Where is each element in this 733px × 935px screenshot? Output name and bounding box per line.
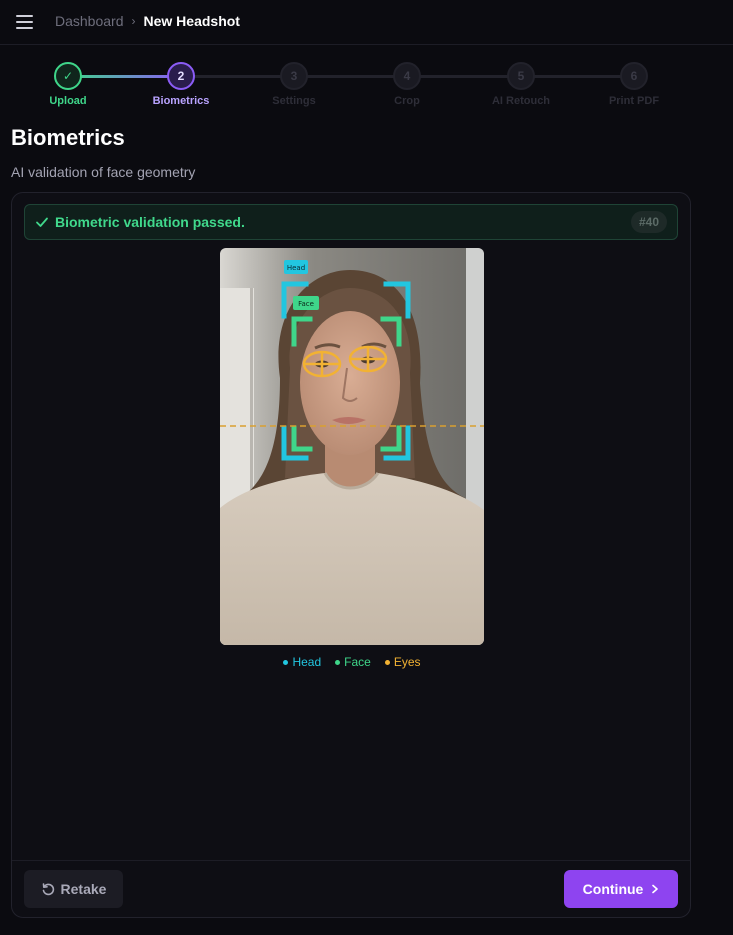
breadcrumb-separator: › (131, 14, 136, 28)
retake-label: Retake (60, 881, 107, 897)
page-title: Biometrics (11, 125, 125, 150)
step-label: Print PDF (608, 95, 660, 107)
page-subtitle: AI validation of face geometry (11, 164, 196, 180)
chevron-right-icon (652, 884, 659, 894)
dot-icon (283, 659, 289, 665)
legend-label: Eyes (393, 655, 421, 669)
retake-button[interactable]: Retake (24, 870, 123, 908)
legend-item-eyes: Eyes (384, 655, 421, 669)
validation-badge: #40 (630, 211, 667, 233)
validation-alert: Biometric validation passed. #40 (24, 204, 678, 240)
validation-message: Biometric validation passed. (55, 214, 245, 230)
step-number: 6 (620, 62, 648, 90)
top-bar: Dashboard › New Headshot (0, 0, 733, 45)
step-number: 2 (167, 62, 195, 90)
legend-label: Head (292, 655, 322, 669)
legend-item-face: Face (335, 655, 371, 669)
step-settings: 3 Settings (249, 62, 339, 107)
dot-icon (384, 659, 390, 665)
check-icon (36, 217, 48, 227)
legend-item-head: Head (283, 655, 321, 669)
step-number: 3 (280, 62, 308, 90)
step-label: AI Retouch (491, 95, 551, 107)
step-upload[interactable]: ✓ Upload (23, 62, 113, 107)
step-label: Upload (49, 95, 87, 107)
headshot-preview: Head Face (220, 248, 484, 645)
card-footer: Retake Continue (12, 860, 690, 918)
continue-label: Continue (582, 881, 644, 897)
progress-stepper: ✓ Upload 2 Biometrics 3 Settings 4 Crop … (0, 60, 733, 110)
breadcrumb-current: New Headshot (143, 13, 240, 29)
step-label: Settings (272, 95, 316, 107)
step-label: Biometrics (152, 95, 210, 107)
breadcrumb: Dashboard › New Headshot (55, 13, 240, 29)
step-biometrics[interactable]: 2 Biometrics (136, 62, 226, 107)
menu-icon[interactable] (16, 13, 34, 31)
step-crop: 4 Crop (362, 62, 452, 107)
head-tag: Head (287, 264, 305, 272)
dot-icon (335, 659, 341, 665)
step-number: 5 (507, 62, 535, 90)
step-ai-retouch: 5 AI Retouch (476, 62, 566, 107)
biometrics-card: Biometric validation passed. #40 Head Fa… (11, 192, 691, 918)
step-label: Crop (394, 95, 420, 107)
step-number: 4 (393, 62, 421, 90)
step-check-icon: ✓ (54, 62, 82, 90)
overlay-legend: Head Face Eyes (12, 655, 692, 669)
retake-icon (42, 883, 54, 896)
face-tag: Face (298, 300, 314, 308)
step-print-pdf: 6 Print PDF (589, 62, 679, 107)
breadcrumb-dashboard[interactable]: Dashboard (55, 13, 124, 29)
legend-label: Face (344, 655, 371, 669)
continue-button[interactable]: Continue (564, 870, 678, 908)
